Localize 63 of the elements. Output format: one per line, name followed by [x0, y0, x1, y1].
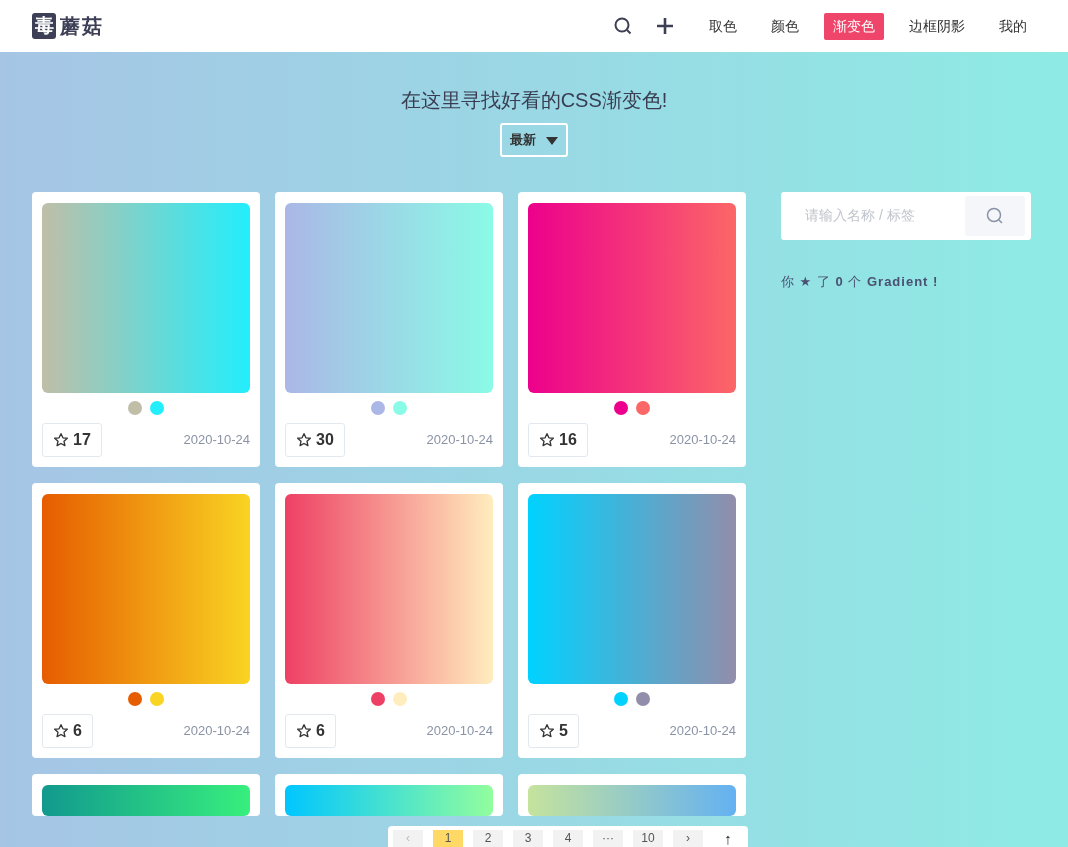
- page-button[interactable]: ···: [593, 830, 623, 847]
- page-headline: 在这里寻找好看的CSS渐变色!: [400, 88, 668, 113]
- nav-link[interactable]: 取色: [700, 12, 746, 40]
- star-icon: [53, 722, 69, 739]
- card-date: 2020-10-24: [426, 721, 493, 740]
- gradient-swatch[interactable]: [42, 202, 250, 393]
- gradient-swatch[interactable]: [285, 493, 493, 684]
- search-icon: [986, 206, 1004, 225]
- logo-mark: 毒: [32, 13, 56, 39]
- color-dot[interactable]: [128, 691, 142, 706]
- page-button[interactable]: 10: [633, 830, 663, 847]
- page-button[interactable]: 4: [553, 830, 583, 847]
- color-dot[interactable]: [393, 691, 407, 706]
- star-icon: [53, 431, 69, 448]
- sort-dropdown[interactable]: 最新: [500, 123, 568, 157]
- card-date: 2020-10-24: [669, 721, 736, 740]
- gradient-swatch[interactable]: [285, 202, 493, 393]
- page-button[interactable]: 1: [433, 830, 463, 847]
- like-button[interactable]: 6: [42, 713, 93, 748]
- like-button[interactable]: 16: [528, 422, 588, 457]
- card-date: 2020-10-24: [669, 430, 736, 449]
- page-button[interactable]: 2: [473, 830, 503, 847]
- nav-link[interactable]: 颜色: [762, 12, 808, 40]
- star-icon: [539, 431, 555, 448]
- gradient-swatch[interactable]: [528, 784, 736, 816]
- star-icon: [296, 722, 312, 739]
- gradient-swatch[interactable]: [42, 784, 250, 816]
- star-icon: [296, 431, 312, 448]
- star-icon: [539, 722, 555, 739]
- card-date: 2020-10-24: [183, 430, 250, 449]
- logo-text: 蘑菇: [60, 14, 104, 39]
- like-button[interactable]: 17: [42, 422, 102, 457]
- gradient-swatch[interactable]: [285, 784, 493, 816]
- color-dot[interactable]: [393, 400, 407, 415]
- gradient-swatch[interactable]: [42, 493, 250, 684]
- nav-link[interactable]: 渐变色: [824, 12, 884, 40]
- color-dot[interactable]: [636, 691, 650, 706]
- card-date: 2020-10-24: [426, 430, 493, 449]
- like-button[interactable]: 30: [285, 422, 345, 457]
- search-button[interactable]: [965, 195, 1025, 236]
- page-button[interactable]: 3: [513, 830, 543, 847]
- back-to-top-button[interactable]: ↑: [713, 830, 743, 847]
- color-dot[interactable]: [150, 400, 164, 415]
- caret-icon: [545, 136, 558, 145]
- like-button[interactable]: 5: [528, 713, 579, 748]
- gradient-swatch[interactable]: [528, 202, 736, 393]
- color-dot[interactable]: [614, 400, 628, 415]
- color-dot[interactable]: [614, 691, 628, 706]
- next-page-button[interactable]: ›: [673, 830, 703, 847]
- color-dot[interactable]: [636, 400, 650, 415]
- nav-link[interactable]: 边框阴影: [900, 12, 974, 40]
- card-date: 2020-10-24: [183, 721, 250, 740]
- color-dot[interactable]: [150, 691, 164, 706]
- plus-icon[interactable]: [656, 17, 674, 35]
- gradient-swatch[interactable]: [528, 493, 736, 684]
- color-dot[interactable]: [371, 400, 385, 415]
- color-dot[interactable]: [371, 691, 385, 706]
- like-button[interactable]: 6: [285, 713, 336, 748]
- starred-count-text: 你 ★ 了 0 个 Gradient !: [781, 272, 940, 291]
- search-box[interactable]: 请输入名称 / 标签: [781, 191, 1031, 240]
- color-dot[interactable]: [128, 400, 142, 415]
- search-icon[interactable]: [614, 17, 632, 35]
- nav-link[interactable]: 我的: [990, 12, 1036, 40]
